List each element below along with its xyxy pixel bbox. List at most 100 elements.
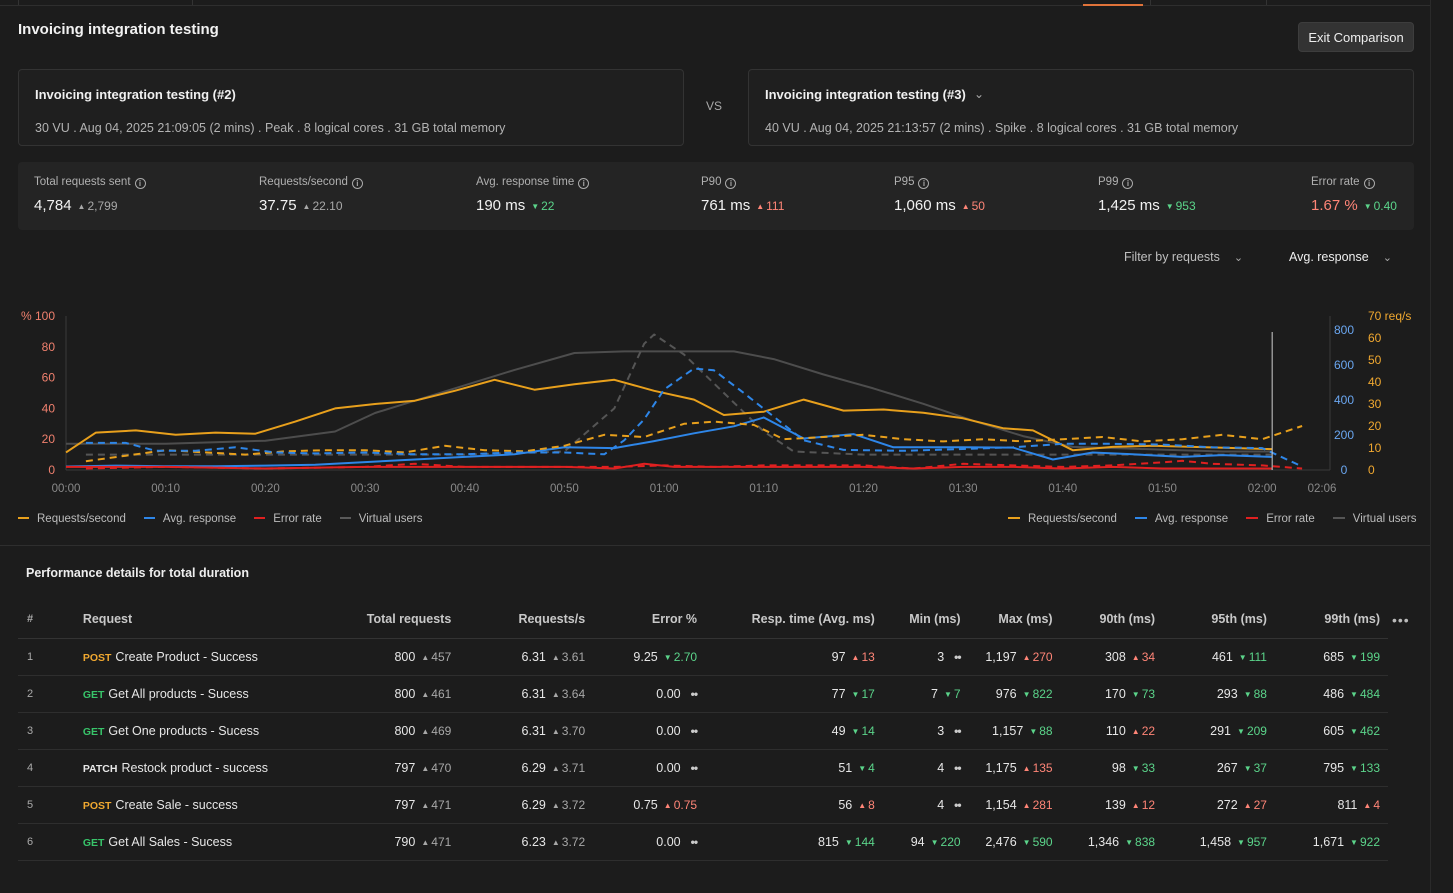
request-cell[interactable]: POST Create Product - Success xyxy=(82,638,313,676)
x-tick-label: 01:50 xyxy=(1148,483,1177,495)
top-tab-strip xyxy=(0,0,1430,6)
metric-delta: ▼ 462 xyxy=(1350,723,1380,738)
legend-item[interactable]: Requests/second xyxy=(1008,513,1117,525)
info-icon[interactable]: i xyxy=(578,178,590,189)
metric-delta: ▼ 144 xyxy=(844,834,875,849)
vs-label: VS xyxy=(706,99,723,113)
legend-item[interactable]: Requests/second xyxy=(18,513,126,525)
request-name: Get One products - Sucess xyxy=(108,723,260,738)
metric-delta: ▲ 12 xyxy=(1131,797,1156,812)
stat-label: Requests/second i xyxy=(259,176,363,189)
http-method-badge: PATCH xyxy=(82,762,118,775)
compare-run-card[interactable]: Invoicing integration testing (#3) ⌄ 40 … xyxy=(748,69,1414,146)
reqs-tick-label: 40 xyxy=(1368,375,1382,389)
http-method-badge: POST xyxy=(82,799,112,812)
metric-cell: 1,197 ▲ 270 xyxy=(968,638,1061,676)
column-header[interactable]: # xyxy=(18,600,83,639)
column-header[interactable]: Error % xyxy=(593,600,706,639)
metric-delta: ▼ 17 xyxy=(851,686,875,701)
series-line-avg-response-compare[interactable] xyxy=(85,367,1303,468)
table-row[interactable]: 3 GET Get One products - Sucess 800 ▲ 469 6.31… xyxy=(18,712,1388,750)
metric-cell: 6.29 ▲ 3.71 xyxy=(459,749,594,787)
legend-swatch xyxy=(1332,517,1345,519)
metric-cell: 0.00 •• xyxy=(593,823,706,861)
info-icon[interactable]: i xyxy=(351,178,363,189)
legend-item[interactable]: Avg. response xyxy=(143,513,236,525)
metric-delta: ▲ 469 xyxy=(421,723,452,738)
metric-cell: 976 ▼ 822 xyxy=(968,675,1061,713)
metric-cell: 1,157 ▼ 88 xyxy=(968,712,1061,750)
performance-table: # Request Total requests Requests/s Error % R… xyxy=(18,600,1388,861)
metric-delta: ▼ 88 xyxy=(1029,723,1053,738)
baseline-run-meta: 30 VU . Aug 04, 2025 21:09:05 (2 mins) .… xyxy=(35,121,506,135)
metric-cell: 94 ▼ 220 xyxy=(882,823,969,861)
comparison-chart[interactable]: 00:00 00:10 00:20 00:30 00:40 00:50 01:00 01:10… xyxy=(0,300,1430,500)
column-header[interactable]: Min (ms) xyxy=(882,600,969,639)
table-row[interactable]: 4 PATCH Restock product - success 797 ▲ 470 6.… xyxy=(18,749,1388,787)
x-tick-label: 01:10 xyxy=(749,483,778,495)
request-cell[interactable]: GET Get All Sales - Sucess xyxy=(82,823,313,861)
column-header[interactable]: 95th (ms) xyxy=(1163,600,1275,639)
info-icon[interactable]: i xyxy=(1363,178,1375,189)
percent-tick-label: 40 xyxy=(42,401,56,415)
metric-cell: 0.75 ▲ 0.75 xyxy=(593,786,706,824)
legend-item[interactable]: Avg. response xyxy=(1134,513,1228,525)
compare-run-name[interactable]: Invoicing integration testing (#3) xyxy=(765,87,966,102)
metric-cell: 6.31 ▲ 3.61 xyxy=(459,638,594,676)
stat-delta: ▼ 22 xyxy=(531,199,555,213)
metric-delta: ▼ 111 xyxy=(1238,649,1267,664)
column-header[interactable]: Max (ms) xyxy=(968,600,1061,639)
legend-item[interactable]: Virtual users xyxy=(339,513,422,525)
info-icon[interactable]: i xyxy=(1122,178,1134,189)
column-header[interactable]: Requests/s xyxy=(459,600,594,639)
x-tick-label: 00:00 xyxy=(52,483,81,495)
info-icon[interactable]: i xyxy=(918,178,930,189)
performance-details-title: Performance details for total duration xyxy=(26,566,249,580)
stat-delta: ▲ 111 xyxy=(756,199,785,213)
info-icon[interactable]: i xyxy=(134,178,146,189)
metric-delta: ▼ 133 xyxy=(1350,760,1380,775)
ms-tick-label: 200 xyxy=(1334,428,1354,442)
chevron-down-icon[interactable]: ⌄ xyxy=(974,87,984,101)
metric-cell: 6.23 ▲ 3.72 xyxy=(459,823,594,861)
metric-cell: 605 ▼ 462 xyxy=(1274,712,1388,750)
more-options-icon[interactable]: ••• xyxy=(1392,612,1410,628)
column-header[interactable]: 90th (ms) xyxy=(1060,600,1164,639)
legend-item[interactable]: Virtual users xyxy=(1332,513,1416,525)
request-cell[interactable]: GET Get One products - Sucess xyxy=(82,712,313,750)
column-header[interactable]: Total requests xyxy=(312,600,460,639)
legend-item[interactable]: Error rate xyxy=(1246,513,1315,525)
request-cell[interactable]: PATCH Restock product - success xyxy=(82,749,313,787)
filter-by-requests-dropdown[interactable]: Filter by requests ⌄ xyxy=(1124,250,1243,264)
table-row[interactable]: 2 GET Get All products - Sucess 800 ▲ 461 6.31… xyxy=(18,675,1388,713)
metric-cell: 811 ▲ 4 xyxy=(1274,786,1388,824)
metric-delta: ▼ 14 xyxy=(851,723,875,738)
request-cell[interactable]: POST Create Sale - success xyxy=(82,786,313,824)
row-index: 3 xyxy=(18,712,83,750)
series-line-virtual-users-baseline[interactable] xyxy=(66,350,1273,453)
exit-comparison-button[interactable]: Exit Comparison xyxy=(1298,22,1414,52)
stat-label: Avg. response time i xyxy=(476,176,590,189)
table-row[interactable]: 5 POST Create Sale - success 797 ▲ 471 6.29 ▲ 3.… xyxy=(18,786,1388,824)
metric-delta: ▲ 22 xyxy=(1131,723,1156,738)
metric-cell: 800 ▲ 457 xyxy=(312,638,460,676)
chevron-down-icon: ⌄ xyxy=(1233,252,1244,264)
column-header[interactable]: Resp. time (Avg. ms) xyxy=(705,600,883,639)
column-header[interactable]: Request xyxy=(82,600,313,639)
metric-cell: 56 ▲ 8 xyxy=(705,786,883,824)
metric-cell: 49 ▼ 14 xyxy=(705,712,883,750)
percent-tick-label: 20 xyxy=(42,432,56,446)
x-tick-label: 01:40 xyxy=(1048,483,1077,495)
legend-item[interactable]: Error rate xyxy=(254,513,322,525)
info-icon[interactable]: i xyxy=(725,178,737,189)
table-row[interactable]: 6 GET Get All Sales - Sucess 790 ▲ 471 6.23 ▲ 3.… xyxy=(18,823,1388,861)
table-header-row: # Request Total requests Requests/s Error % R… xyxy=(18,600,1388,639)
metric-cell: 790 ▲ 471 xyxy=(312,823,460,861)
metric-dropdown[interactable]: Avg. response ⌄ xyxy=(1289,250,1392,264)
metric-delta: ▼ 957 xyxy=(1237,834,1267,849)
request-cell[interactable]: GET Get All products - Sucess xyxy=(82,675,313,713)
metric-delta: ▲ 3.64 xyxy=(551,686,586,701)
metric-cell: 800 ▲ 469 xyxy=(312,712,460,750)
table-row[interactable]: 1 POST Create Product - Success 800 ▲ 457 6.31… xyxy=(18,638,1388,676)
column-header[interactable]: 99th (ms) xyxy=(1274,600,1388,639)
